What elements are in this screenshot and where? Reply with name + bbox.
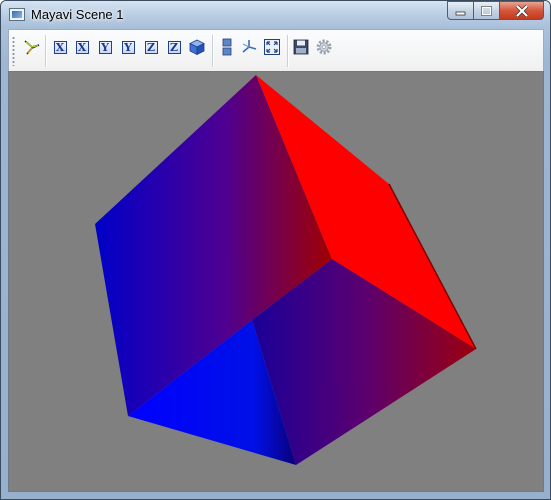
- toolbar-separator: [287, 35, 288, 67]
- view-y-minus-icon: Y: [98, 40, 112, 54]
- mayavi-logo-button[interactable]: [23, 38, 41, 56]
- maximize-icon: [480, 5, 492, 16]
- isometric-view-icon: [189, 39, 205, 56]
- cube-render[interactable]: [9, 72, 545, 493]
- view-z-plus-icon: Z: [167, 40, 181, 54]
- view-y-plus-icon: Y: [121, 40, 135, 54]
- view-x-minus-button[interactable]: X: [51, 38, 69, 56]
- window-title: Mayavi Scene 1: [31, 7, 124, 22]
- isometric-view-button[interactable]: [188, 38, 206, 56]
- toggle-parallel-projection-icon: [222, 38, 232, 56]
- configure-scene-icon: [316, 39, 332, 55]
- save-scene-icon: [293, 39, 309, 55]
- view-z-plus-button[interactable]: Z: [165, 38, 183, 56]
- view-x-minus-icon: X: [53, 40, 67, 54]
- view-x-plus-icon: X: [75, 40, 89, 54]
- full-screen-icon: [264, 39, 280, 55]
- title-bar[interactable]: Mayavi Scene 1: [1, 1, 550, 29]
- view-y-plus-button[interactable]: Y: [119, 38, 137, 56]
- mayavi-window: Mayavi Scene 1 X X Y Y Z Z: [0, 0, 551, 500]
- toolbar-separator: [212, 35, 213, 67]
- view-x-plus-button[interactable]: X: [73, 38, 91, 56]
- save-scene-button[interactable]: [292, 38, 310, 56]
- window-icon[interactable]: [9, 8, 25, 21]
- toolbar-separator: [45, 35, 46, 67]
- view-y-minus-button[interactable]: Y: [96, 38, 114, 56]
- close-icon: [515, 4, 528, 17]
- close-button[interactable]: [500, 1, 544, 20]
- toolbar-grip[interactable]: [12, 36, 15, 66]
- scene-viewport[interactable]: [8, 71, 544, 492]
- minimize-icon: [455, 11, 465, 15]
- view-z-minus-button[interactable]: Z: [142, 38, 160, 56]
- maximize-button[interactable]: [474, 1, 500, 20]
- window-controls: [447, 1, 544, 21]
- full-screen-button[interactable]: [263, 38, 281, 56]
- toggle-axes-indicator-icon: [242, 40, 257, 53]
- scene-toolbar: X X Y Y Z Z: [8, 29, 544, 71]
- mayavi-logo-icon: [24, 40, 40, 55]
- view-z-minus-icon: Z: [144, 40, 158, 54]
- toggle-parallel-projection-button[interactable]: [218, 38, 236, 56]
- minimize-button[interactable]: [447, 1, 474, 20]
- configure-scene-button[interactable]: [315, 38, 333, 56]
- toggle-axes-indicator-button[interactable]: [240, 38, 258, 56]
